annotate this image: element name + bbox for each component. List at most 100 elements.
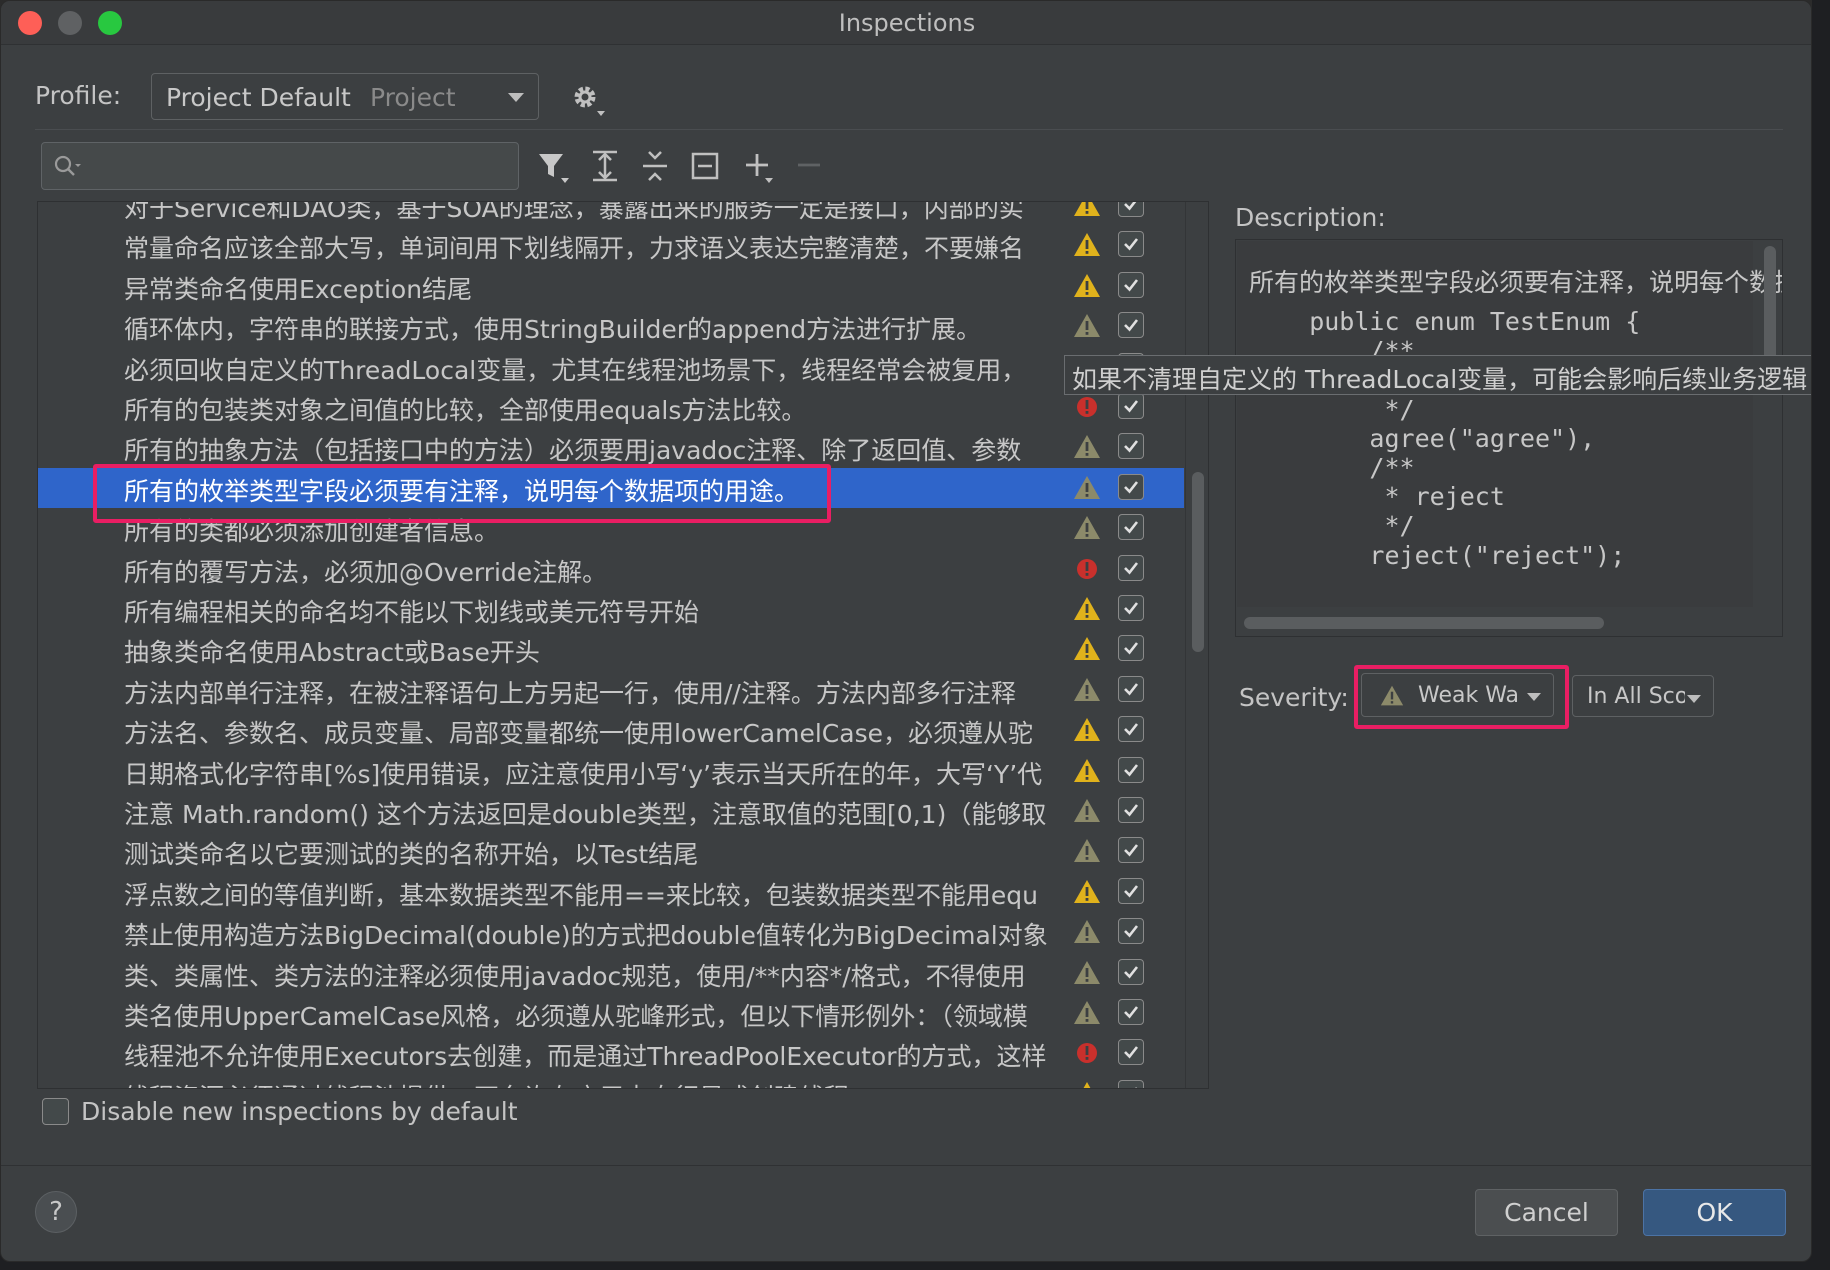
inspection-enabled-checkbox[interactable] (1118, 473, 1144, 500)
description-text: 所有的枚举类型字段必须要有注释，说明每个数据项的用途。 (1249, 268, 1782, 297)
warning-icon (1083, 1081, 1091, 1088)
reset-icon[interactable] (685, 146, 725, 186)
inspection-enabled-checkbox[interactable] (1118, 1079, 1144, 1088)
inspection-enabled-checkbox[interactable] (1118, 271, 1144, 298)
inspection-enabled-checkbox[interactable] (1118, 312, 1144, 339)
inspection-row[interactable]: 所有编程相关的命名均不能以下划线或美元符号开始 (38, 589, 1184, 629)
inspection-enabled-checkbox[interactable] (1118, 635, 1144, 662)
inspection-enabled-checkbox[interactable] (1118, 433, 1144, 460)
inspection-enabled-checkbox[interactable] (1118, 554, 1144, 581)
tree-scrollbar-thumb[interactable] (1192, 472, 1204, 652)
inspection-row[interactable]: 对于Service和DAO类，基于SOA的理念，暴露出来的服务一定是接口，内部的… (38, 202, 1184, 225)
checkmark-icon (1124, 763, 1139, 777)
description-vertical-scrollbar-thumb[interactable] (1764, 246, 1776, 366)
inspection-enabled-checkbox[interactable] (1118, 1039, 1144, 1066)
weak-warning-icon (1074, 920, 1100, 944)
inspection-enabled-checkbox[interactable] (1118, 675, 1144, 702)
inspection-row[interactable]: 常量命名应该全部大写，单词间用下划线隔开，力求语义表达完整清楚，不要嫌名 (38, 225, 1184, 265)
inspection-enabled-checkbox[interactable] (1118, 958, 1144, 985)
inspection-enabled-checkbox[interactable] (1118, 999, 1144, 1025)
code-line: public enum TestEnum { (1249, 307, 1641, 336)
inspection-label: 常量命名应该全部大写，单词间用下划线隔开，力求语义表达完整清楚，不要嫌名 (124, 234, 1025, 264)
inspection-label: 测试类命名以它要测试的类的名称开始，以Test结尾 (124, 840, 699, 870)
inspection-enabled-checkbox[interactable] (1118, 837, 1144, 864)
inspection-label: 注意 Math.random() 这个方法返回是double类型，注意取值的范围… (124, 800, 1047, 829)
checkmark-icon (1124, 844, 1139, 857)
inspection-row[interactable]: 所有的抽象方法（包括接口中的方法）必须要用javadoc注释、除了返回值、参数 (38, 427, 1184, 467)
description-horizontal-scrollbar[interactable] (1236, 610, 1782, 636)
inspection-label: 所有的覆写方法，必须加@Override注解。 (124, 557, 608, 587)
search-input[interactable] (41, 142, 519, 190)
checkmark-icon (1124, 602, 1139, 615)
inspection-row[interactable]: 类、类属性、类方法的注释必须使用javadoc规范，使用/**内容*/格式，不得… (38, 953, 1184, 993)
inspection-row[interactable]: 循环体内，字符串的联接方式，使用StringBuilder的append方法进行… (38, 306, 1184, 346)
add-icon[interactable] (737, 146, 777, 186)
checkmark-icon (1135, 1086, 1138, 1088)
inspection-row[interactable]: 日期格式化字符串[%s]使用错误，应注意使用小写‘y’表示当天所在的年，大写‘Y… (38, 751, 1184, 791)
checkmark-icon (1124, 925, 1139, 938)
inspection-enabled-checkbox[interactable] (1118, 918, 1144, 945)
inspection-enabled-checkbox[interactable] (1118, 231, 1144, 258)
collapse-all-icon[interactable] (635, 146, 675, 186)
inspection-row[interactable]: 方法名、参数名、成员变量、局部变量都统一使用lowerCamelCase，必须遵… (38, 710, 1184, 750)
disable-new-inspections-label: Disable new inspections by default (81, 1097, 518, 1126)
tree-scrollbar[interactable] (1185, 202, 1208, 1088)
warning-icon (1074, 233, 1100, 257)
inspection-row[interactable]: 所有的包装类对象之间值的比较，全部使用equals方法比较。 (38, 387, 1184, 427)
inspection-row[interactable]: 方法内部单行注释，在被注释语句上方另起一行，使用//注释。方法内部多行注释 (38, 670, 1184, 710)
code-line: */ (1249, 394, 1415, 424)
checkmark-icon (1124, 202, 1137, 211)
ok-button[interactable]: OK (1643, 1189, 1786, 1236)
inspection-enabled-checkbox[interactable] (1118, 595, 1144, 621)
warning-icon (1074, 597, 1100, 620)
scope-dropdown[interactable]: In All Scopes (1572, 675, 1714, 717)
warning-icon (1074, 758, 1100, 782)
inspection-row[interactable]: 测试类命名以它要测试的类的名称开始，以Test结尾 (38, 831, 1184, 871)
inspection-label: 必须回收自定义的ThreadLocal变量，尤其在线程池场景下，线程经常会被复用… (124, 355, 1027, 385)
window-title: Inspections (838, 9, 976, 37)
expand-all-icon[interactable] (585, 146, 625, 186)
inspection-enabled-checkbox[interactable] (1118, 716, 1144, 743)
inspection-row[interactable]: 所有的覆写方法，必须加@Override注解。 (38, 549, 1184, 589)
profile-dropdown[interactable]: Project Default Project (151, 73, 539, 120)
severity-label: Severity: (1239, 683, 1349, 712)
inspection-row[interactable]: 类名使用UpperCamelCase风格，必须遵从驼峰形式，但以下情形例外：（领… (38, 993, 1184, 1033)
inspection-row[interactable]: 异常类命名使用Exception结尾 (38, 266, 1184, 306)
gear-icon[interactable] (567, 79, 607, 119)
profile-label: Profile: (35, 81, 122, 110)
disable-new-inspections-checkbox[interactable] (42, 1098, 69, 1125)
inspection-enabled-checkbox[interactable] (1118, 877, 1144, 904)
description-label: Description: (1235, 203, 1386, 232)
checkmark-icon (1124, 480, 1139, 494)
inspection-enabled-checkbox[interactable] (1118, 797, 1144, 823)
inspection-row[interactable]: 必须回收自定义的ThreadLocal变量，尤其在线程池场景下，线程经常会被复用… (38, 347, 1184, 387)
remove-icon (798, 163, 820, 167)
help-button[interactable]: ? (35, 1191, 77, 1233)
checkmark-icon (1124, 1046, 1139, 1059)
inspections-tree: 对于Service和DAO类，基于SOA的理念，暴露出来的服务一定是接口，内部的… (37, 201, 1209, 1089)
weak-warning-icon (1074, 677, 1100, 701)
inspection-label: 抽象类命名使用Abstract或Base开头 (124, 638, 540, 668)
cancel-button[interactable]: Cancel (1475, 1189, 1618, 1236)
checkmark-icon (1124, 682, 1139, 696)
code-line: reject("reject"); (1249, 540, 1626, 570)
inspection-row[interactable]: 抽象类命名使用Abstract或Base开头 (38, 629, 1184, 669)
inspection-row[interactable]: 禁止使用构造方法BigDecimal(double)的方式把double值转化为… (38, 912, 1184, 952)
inspection-enabled-checkbox[interactable] (1118, 393, 1144, 419)
filter-icon[interactable] (533, 146, 573, 186)
inspection-label: 线程池不允许使用Executors去创建，而是通过ThreadPoolExecu… (124, 1042, 1047, 1072)
inspection-enabled-checkbox[interactable] (1118, 514, 1144, 541)
description-horizontal-scrollbar-thumb[interactable] (1244, 617, 1604, 629)
inspection-row[interactable]: 线程池不允许使用Executors去创建，而是通过ThreadPoolExecu… (38, 1033, 1184, 1073)
checkmark-icon (1124, 521, 1139, 534)
warning-icon (1074, 273, 1100, 297)
description-vertical-scrollbar[interactable] (1754, 240, 1782, 610)
inspection-enabled-checkbox[interactable] (1118, 202, 1144, 217)
checkmark-icon (1124, 642, 1139, 655)
inspection-label: 线程资源必须通过线程池提供，不允许在应用中自行显式创建线程。 (124, 1078, 1104, 1088)
description-content: 所有的枚举类型字段必须要有注释，说明每个数据项的用途。 public enum … (1237, 241, 1782, 607)
inspection-row[interactable]: 线程资源必须通过线程池提供，不允许在应用中自行显式创建线程。 (38, 1074, 1184, 1088)
inspection-row[interactable]: 注意 Math.random() 这个方法返回是double类型，注意取值的范围… (38, 791, 1184, 831)
inspection-enabled-checkbox[interactable] (1118, 756, 1144, 783)
inspection-row[interactable]: 浮点数之间的等值判断，基本数据类型不能用==来比较，包装数据类型不能用equ (38, 872, 1184, 912)
